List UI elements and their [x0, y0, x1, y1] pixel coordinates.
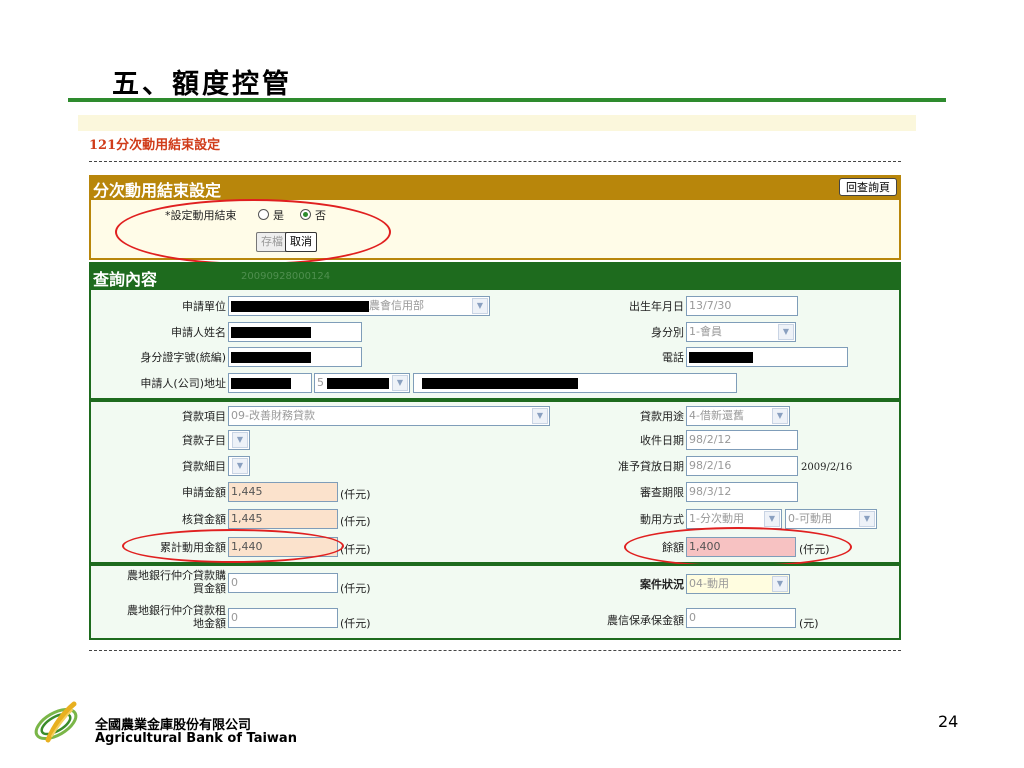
land-buy-label: 農地銀行仲介貸款購 買金額 [92, 569, 226, 595]
address-field[interactable] [413, 373, 737, 393]
land-rent-label: 農地銀行仲介貸款租 地金額 [92, 604, 226, 630]
land-rent-field[interactable]: 0 [228, 608, 338, 628]
usage-method-label: 動用方式 [640, 513, 684, 526]
address-district-prefix: 5 [317, 376, 324, 389]
land-buy-field[interactable]: 0 [228, 573, 338, 593]
receive-date-label: 收件日期 [640, 434, 684, 447]
usage-method-value: 1-分次動用 [689, 512, 744, 525]
unit-select[interactable]: 農會信用部 ▼ [228, 296, 490, 316]
birth-label: 出生年月日 [629, 300, 684, 313]
loan-subitem-select[interactable]: ▼ [228, 430, 250, 450]
loan-item-select[interactable]: 09-改善財務貸款 ▼ [228, 406, 550, 426]
phone-field[interactable] [686, 347, 848, 367]
address-district-select[interactable]: 5 ▼ [314, 373, 410, 393]
review-deadline-field[interactable]: 98/3/12 [686, 482, 798, 502]
redacted-block [689, 352, 753, 363]
phone-label: 電話 [662, 351, 684, 364]
apply-amount-field[interactable]: 1,445 [228, 482, 338, 502]
company-name-en: Agricultural Bank of Taiwan [95, 731, 297, 746]
cumulative-amount-unit: (仟元) [340, 543, 371, 556]
chevron-down-icon: ▼ [772, 576, 788, 592]
land-rent-label-line1: 農地銀行仲介貸款租 [127, 604, 226, 617]
annotation-ring-setting [115, 199, 391, 265]
usage-method-select[interactable]: 1-分次動用 ▼ [686, 509, 782, 529]
approve-date-label: 准予貸放日期 [618, 460, 684, 473]
id-label: 身分證字號(統編) [140, 351, 226, 364]
purpose-select[interactable]: 4-借新還舊 ▼ [686, 406, 790, 426]
address-city-select[interactable] [228, 373, 312, 393]
redacted-block [231, 301, 369, 312]
setting-section-header: 分次動用結束設定 回查詢頁 [89, 175, 901, 200]
redacted-block [327, 378, 389, 389]
loan-item-value: 09-改善財務貸款 [231, 409, 315, 422]
title-divider [68, 98, 946, 102]
chevron-down-icon: ▼ [859, 511, 875, 527]
chevron-down-icon: ▼ [232, 458, 248, 474]
unit-label: 申請單位 [182, 300, 226, 313]
back-to-query-button[interactable]: 回查詢頁 [839, 178, 897, 196]
receive-date-field[interactable]: 98/2/12 [686, 430, 798, 450]
annotation-ring-cumulative [122, 529, 344, 563]
dashed-divider-bottom [89, 650, 901, 651]
chevron-down-icon: ▼ [232, 432, 248, 448]
annotation-ring-balance [624, 527, 852, 567]
dashed-divider-top [89, 161, 901, 162]
birth-field[interactable]: 13/7/30 [686, 296, 798, 316]
redacted-block [231, 378, 291, 389]
approved-amount-unit: (仟元) [340, 515, 371, 528]
loan-detail-label: 貸款細目 [182, 460, 226, 473]
chevron-down-icon: ▼ [392, 375, 408, 391]
guarantee-label: 農信保承保金額 [607, 614, 684, 627]
usage-status-select[interactable]: 0-可動用 ▼ [785, 509, 877, 529]
case-id: 20090928000124 [241, 271, 331, 282]
case-status-select[interactable]: 04-動用 ▼ [686, 574, 790, 594]
purpose-label: 貸款用途 [640, 410, 684, 423]
loan-subitem-label: 貸款子目 [182, 434, 226, 447]
land-buy-unit: (仟元) [340, 582, 371, 595]
approved-amount-label: 核貸金額 [182, 513, 226, 526]
approve-date-field[interactable]: 98/2/16 [686, 456, 798, 476]
slide-title: 五、額度控管 [112, 69, 292, 100]
guarantee-field[interactable]: 0 [686, 608, 796, 628]
land-rent-unit: (仟元) [340, 617, 371, 630]
identity-select[interactable]: 1-會員 ▼ [686, 322, 796, 342]
land-rent-label-line2: 地金額 [193, 617, 226, 630]
page-header-band [78, 115, 916, 131]
approve-date-ad: 2009/2/16 [801, 462, 853, 473]
address-label: 申請人(公司)地址 [140, 377, 226, 390]
chevron-down-icon: ▼ [772, 408, 788, 424]
id-field[interactable] [228, 347, 362, 367]
chevron-down-icon: ▼ [764, 511, 780, 527]
identity-label: 身分別 [651, 326, 684, 339]
name-field[interactable] [228, 322, 362, 342]
query-section-header: 查詢內容 20090928000124 [89, 262, 901, 290]
usage-status-value: 0-可動用 [788, 512, 832, 525]
review-deadline-label: 審查期限 [640, 486, 684, 499]
unit-value-suffix: 農會信用部 [369, 299, 424, 312]
chevron-down-icon: ▼ [778, 324, 794, 340]
page-header: 121分次動用結束設定 [89, 138, 221, 153]
approved-amount-field[interactable]: 1,445 [228, 509, 338, 529]
chevron-down-icon: ▼ [532, 408, 548, 424]
case-status-value: 04-動用 [689, 577, 729, 590]
page-number: 24 [938, 712, 959, 731]
name-label: 申請人姓名 [171, 326, 226, 339]
loan-detail-select[interactable]: ▼ [228, 456, 250, 476]
chevron-down-icon: ▼ [472, 298, 488, 314]
guarantee-unit: (元) [799, 617, 819, 630]
redacted-block [231, 352, 311, 363]
apply-amount-unit: (仟元) [340, 488, 371, 501]
purpose-value: 4-借新還舊 [689, 409, 744, 422]
land-buy-label-line2: 買金額 [193, 582, 226, 595]
setting-section-title: 分次動用結束設定 [93, 181, 222, 200]
bank-logo-icon [34, 701, 78, 743]
loan-item-label: 貸款項目 [182, 410, 226, 423]
apply-amount-label: 申請金額 [182, 486, 226, 499]
redacted-block [422, 378, 578, 389]
redacted-block [231, 327, 311, 338]
query-section-title: 查詢內容 [93, 270, 158, 289]
land-buy-label-line1: 農地銀行仲介貸款購 [127, 569, 226, 582]
identity-value: 1-會員 [689, 325, 722, 338]
case-status-label: 案件狀況 [640, 578, 684, 591]
